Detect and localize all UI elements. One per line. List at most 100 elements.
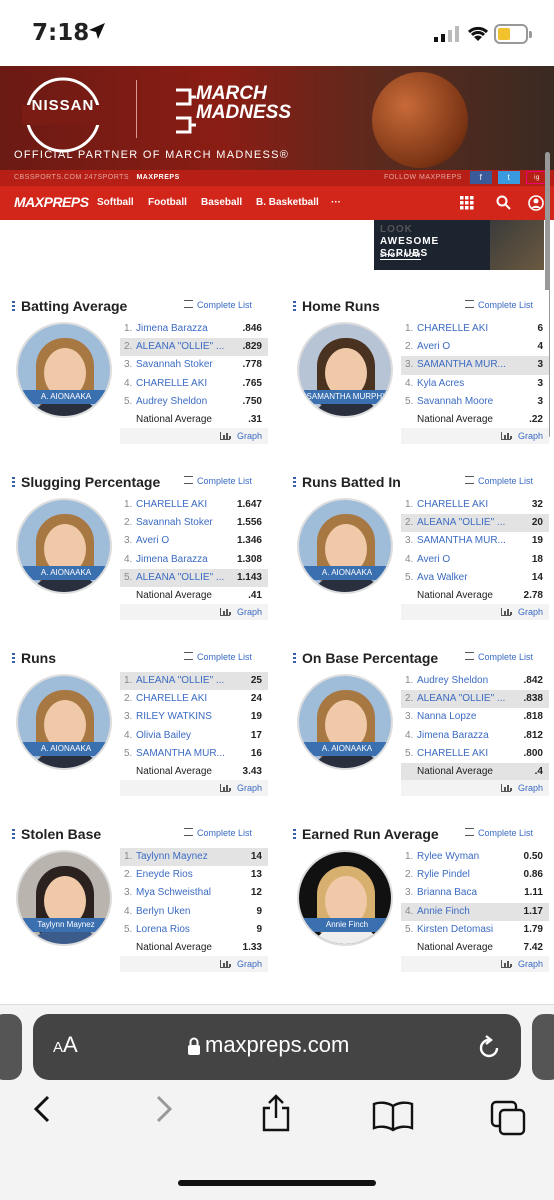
leader-row[interactable]: 5. ALEANA "OLLIE" ... 1.143 [120, 568, 268, 587]
player-photo[interactable]: A. AIONAAKA [16, 498, 112, 594]
leader-row[interactable]: 1. Jimena Barazza .846 [120, 320, 268, 338]
leader-row[interactable]: 5. Ava Walker 14 [401, 569, 549, 587]
player-name-link[interactable]: SAMANTHA MUR... [417, 535, 513, 546]
leader-row[interactable]: 1. CHARELLE AKI 32 [401, 496, 549, 514]
previous-tab-preview[interactable] [0, 1014, 22, 1080]
player-name-link[interactable]: CHARELLE AKI [417, 499, 513, 510]
graph-link[interactable]: Graph [120, 604, 268, 620]
leader-row[interactable]: 2. ALEANA "OLLIE" ... .829 [120, 338, 268, 357]
leader-row[interactable]: 3. Averi O 1.346 [120, 532, 268, 550]
leader-row[interactable]: 5. CHARELLE AKI .800 [401, 745, 549, 763]
player-photo[interactable]: Taylynn Maynez [16, 850, 112, 946]
leader-row[interactable]: 4. Jimena Barazza 1.308 [120, 551, 268, 569]
player-name-link[interactable]: RILEY WATKINS [136, 711, 232, 722]
player-name-link[interactable]: Rylee Wyman [417, 851, 513, 862]
player-photo[interactable]: SAMANTHA MURPHY [297, 322, 393, 418]
player-photo[interactable]: A. AIONAAKA [16, 322, 112, 418]
leader-row[interactable]: 4. CHARELLE AKI .765 [120, 375, 268, 393]
nav-softball[interactable]: Softball [97, 197, 134, 208]
text-size-button[interactable]: AAAA [53, 1032, 78, 1058]
graph-link[interactable]: Graph [401, 428, 549, 444]
leader-row[interactable]: 3. RILEY WATKINS 19 [120, 708, 268, 726]
player-name-link[interactable]: SAMANTHA MUR... [417, 359, 513, 370]
player-name-link[interactable]: Savannah Stoker [136, 517, 232, 528]
leader-row[interactable]: 1. CHARELLE AKI 1.647 [120, 496, 268, 514]
player-name-link[interactable]: CHARELLE AKI [417, 323, 513, 334]
nav-basketball[interactable]: B. Basketball [256, 197, 319, 208]
player-name-link[interactable]: ALEANA "OLLIE" ... [136, 572, 232, 583]
player-name-link[interactable]: ALEANA "OLLIE" ... [136, 675, 232, 686]
leader-row[interactable]: 1. CHARELLE AKI 6 [401, 320, 549, 338]
player-name-link[interactable]: Brianna Baca [417, 887, 513, 898]
leader-row[interactable]: 3. SAMANTHA MUR... 3 [401, 356, 549, 375]
complete-list-link[interactable]: Complete List [184, 652, 252, 662]
player-name-link[interactable]: Lorena Rios [136, 924, 232, 935]
player-name-link[interactable]: Berlyn Uken [136, 906, 232, 917]
player-name-link[interactable]: Taylynn Maynez [136, 851, 232, 862]
complete-list-link[interactable]: Complete List [465, 652, 533, 662]
graph-link[interactable]: Graph [120, 956, 268, 972]
next-tab-preview[interactable] [532, 1014, 554, 1080]
leader-row[interactable]: 2. Savannah Stoker 1.556 [120, 514, 268, 532]
leader-row[interactable]: 1. ALEANA "OLLIE" ... 25 [120, 672, 268, 691]
player-name-link[interactable]: Audrey Sheldon [136, 396, 232, 407]
leader-row[interactable]: 4. Averi O 18 [401, 551, 549, 569]
player-name-link[interactable]: SAMANTHA MUR... [136, 748, 232, 759]
leader-row[interactable]: 4. Berlyn Uken 9 [120, 903, 268, 921]
player-name-link[interactable]: Averi O [417, 341, 513, 352]
player-photo[interactable]: Annie Finch [297, 850, 393, 946]
player-name-link[interactable]: Savannah Moore [417, 396, 513, 407]
bookmarks-icon[interactable] [372, 1100, 414, 1132]
share-icon[interactable] [260, 1094, 292, 1132]
player-name-link[interactable]: Kyla Acres [417, 378, 513, 389]
network-links[interactable]: CBSSPORTS.COM 247SPORTS MAXPREPS [14, 174, 180, 181]
shop-now-link[interactable]: SHOP NOW [380, 253, 422, 260]
graph-link[interactable]: Graph [120, 780, 268, 796]
leader-row[interactable]: 1. Taylynn Maynez 14 [120, 848, 268, 867]
complete-list-link[interactable]: Complete List [465, 300, 533, 310]
leader-row[interactable]: 2. Rylie Pindel 0.86 [401, 866, 549, 884]
player-name-link[interactable]: Jimena Barazza [136, 554, 232, 565]
maxpreps-logo[interactable]: MAXPREPS [14, 194, 89, 210]
leader-row[interactable]: 4. Annie Finch 1.17 [401, 902, 549, 921]
leader-row[interactable]: 5. Lorena Rios 9 [120, 921, 268, 939]
leader-row[interactable]: 5. SAMANTHA MUR... 16 [120, 745, 268, 763]
twitter-icon[interactable]: t [498, 171, 520, 184]
leader-row[interactable]: 2. ALEANA "OLLIE" ... 20 [401, 514, 549, 533]
player-name-link[interactable]: ALEANA "OLLIE" ... [417, 693, 513, 704]
search-icon[interactable] [496, 195, 511, 210]
player-name-link[interactable]: CHARELLE AKI [417, 748, 513, 759]
graph-link[interactable]: Graph [401, 956, 549, 972]
player-name-link[interactable]: Jimena Barazza [136, 323, 232, 334]
complete-list-link[interactable]: Complete List [465, 828, 533, 838]
leader-row[interactable]: 3. Brianna Baca 1.11 [401, 884, 549, 902]
graph-link[interactable]: Graph [401, 604, 549, 620]
player-name-link[interactable]: Eneyde Rios [136, 869, 232, 880]
player-name-link[interactable]: ALEANA "OLLIE" ... [136, 341, 232, 352]
graph-link[interactable]: Graph [120, 428, 268, 444]
grid-menu-icon[interactable] [460, 196, 474, 210]
leader-row[interactable]: 1. Audrey Sheldon .842 [401, 672, 549, 690]
leader-row[interactable]: 5. Kirsten Detomasi 1.79 [401, 921, 549, 939]
leader-row[interactable]: 4. Olivia Bailey 17 [120, 727, 268, 745]
nav-more[interactable]: ··· [331, 197, 341, 208]
scrubs-ad[interactable]: LOOK AWESOME SCRUBS SHOP NOW [374, 220, 544, 270]
player-name-link[interactable]: CHARELLE AKI [136, 499, 232, 510]
leader-row[interactable]: 4. Kyla Acres 3 [401, 375, 549, 393]
leader-row[interactable]: 3. Nanna Lopze .818 [401, 708, 549, 726]
url-text[interactable]: maxpreps.com [205, 1032, 349, 1058]
player-name-link[interactable]: Audrey Sheldon [417, 675, 513, 686]
user-account-icon[interactable] [528, 195, 544, 211]
player-photo[interactable]: A. AIONAAKA [16, 674, 112, 770]
player-name-link[interactable]: Annie Finch [417, 906, 513, 917]
tabs-icon[interactable] [490, 1100, 526, 1136]
sponsor-banner-ad[interactable]: NISSAN MARCH MADNESS OFFICIAL PARTNER OF … [0, 66, 554, 170]
player-name-link[interactable]: Savannah Stoker [136, 359, 232, 370]
player-name-link[interactable]: Averi O [417, 554, 513, 565]
leader-row[interactable]: 5. Savannah Moore 3 [401, 393, 549, 411]
leader-row[interactable]: 3. SAMANTHA MUR... 19 [401, 532, 549, 550]
reload-icon[interactable] [477, 1034, 501, 1060]
player-name-link[interactable]: Jimena Barazza [417, 730, 513, 741]
graph-link[interactable]: Graph [401, 780, 549, 796]
player-name-link[interactable]: CHARELLE AKI [136, 378, 232, 389]
